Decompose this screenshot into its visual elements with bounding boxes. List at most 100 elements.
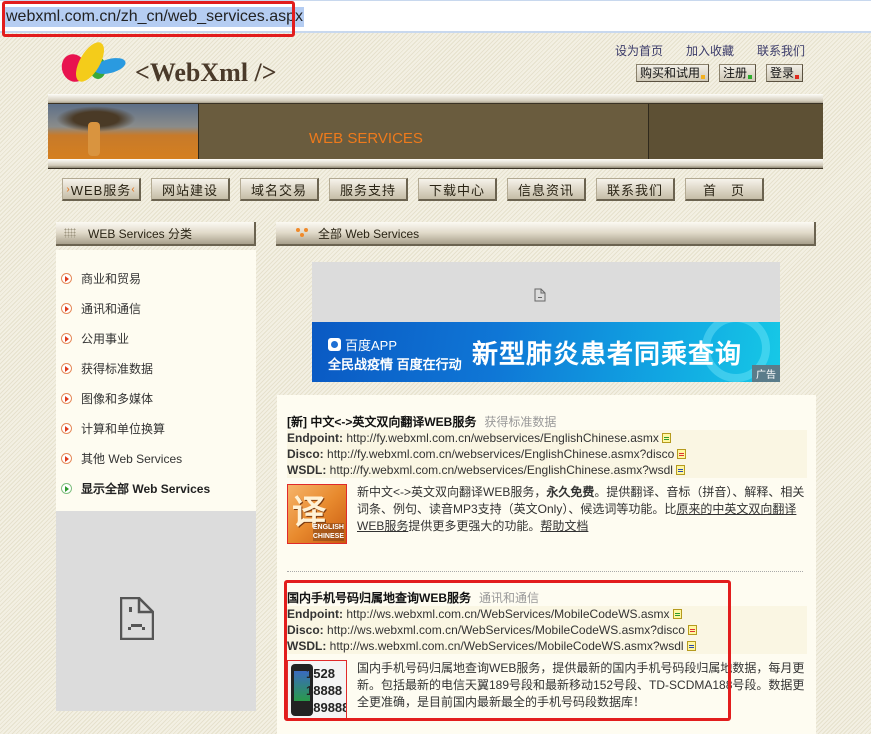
services-list: [新] 中文<->英文双向翻译WEB服务 获得标准数据 Endpoint: htt… xyxy=(277,395,816,734)
sidebar-item-multimedia[interactable]: 图像和多媒体 xyxy=(56,383,256,413)
service-title-link[interactable]: 国内手机号码归属地查询WEB服务 xyxy=(287,591,471,605)
disco-url[interactable]: http://ws.webxml.com.cn/WebServices/Mobi… xyxy=(327,623,685,637)
service-category[interactable]: 通讯和通信 xyxy=(479,591,539,605)
orange-dots-icon xyxy=(296,228,310,238)
service-description: 新中文<->英文双向翻译WEB服务，永久免费。提供翻译、音标（拼音）、解释、相关… xyxy=(357,484,805,544)
disco-row: Disco: http://fy.webxml.com.cn/webservic… xyxy=(287,446,807,462)
banner-bottom-bar xyxy=(48,159,823,169)
add-favorite-link[interactable]: 加入收藏 xyxy=(686,42,734,59)
caption-line-2: CHINESE xyxy=(312,533,344,540)
endpoint-url[interactable]: http://ws.webxml.com.cn/WebServices/Mobi… xyxy=(346,607,669,621)
copy-clipboard-icon[interactable] xyxy=(675,465,685,475)
register-button[interactable]: 注册 xyxy=(718,64,756,82)
mobile-phone-thumbnail[interactable]: 1528 18888 189888 xyxy=(287,660,347,720)
status-dot-icon xyxy=(700,75,705,79)
chevron-right-icon xyxy=(61,272,72,284)
copy-clipboard-icon[interactable] xyxy=(661,433,671,443)
service-body: 译 ENGLISH CHINESE 新中文<->英文双向翻译WEB服务，永久免费。… xyxy=(287,484,807,544)
thumbnail-numbers: 1528 18888 189888 xyxy=(306,665,347,716)
nav-web-services[interactable]: › WEB服务 ‹ xyxy=(62,178,141,201)
help-doc-link[interactable]: 帮助文档 xyxy=(540,519,588,533)
ad-app-name: 百度APP xyxy=(328,335,397,354)
nav-label: WEB服务 xyxy=(70,182,132,198)
service-title-link[interactable]: [新] 中文<->英文双向翻译WEB服务 xyxy=(287,415,476,429)
disco-url[interactable]: http://fy.webxml.com.cn/webservices/Engl… xyxy=(327,447,674,461)
sidebar-item-label[interactable]: 获得标准数据 xyxy=(81,360,153,377)
top-buttons: 购买和试用 注册 登录 xyxy=(635,64,803,82)
sidebar-item-label[interactable]: 通讯和通信 xyxy=(81,300,141,317)
buy-trial-button[interactable]: 购买和试用 xyxy=(635,64,709,82)
broken-image-icon xyxy=(534,288,546,302)
sidebar-item-communication[interactable]: 通讯和通信 xyxy=(56,293,256,323)
ad-placeholder-top[interactable] xyxy=(312,262,780,322)
site-logo-text[interactable]: <WebXml /> xyxy=(135,58,277,88)
nav-contact-us[interactable]: 联系我们 xyxy=(596,178,675,201)
desc-bold: 永久免费 xyxy=(546,485,595,499)
webxml-logo-icon[interactable] xyxy=(60,40,130,90)
sidebar-header-title: WEB Services 分类 xyxy=(88,226,193,241)
address-url[interactable]: webxml.com.cn/zh_cn/web_services.aspx xyxy=(5,7,305,27)
nav-news[interactable]: 信息资讯 xyxy=(507,178,586,201)
broken-image-icon xyxy=(120,597,154,640)
sidebar-item-show-all[interactable]: 显示全部 Web Services xyxy=(56,473,256,503)
disco-label: Disco: xyxy=(287,447,324,461)
thumb-number: 189888 xyxy=(306,700,347,715)
sidebar-item-label[interactable]: 计算和单位换算 xyxy=(81,420,165,437)
chevron-right-icon xyxy=(61,302,72,314)
banner-title: WEB SERVICES xyxy=(309,130,423,147)
sidebar-item-standard-data[interactable]: 获得标准数据 xyxy=(56,353,256,383)
ad-headline: 新型肺炎患者同乘查询 xyxy=(472,339,743,369)
translate-thumbnail[interactable]: 译 ENGLISH CHINESE xyxy=(287,484,347,544)
nav-download-center[interactable]: 下载中心 xyxy=(418,178,497,201)
wsdl-label: WSDL: xyxy=(287,463,327,477)
nav-website-building[interactable]: 网站建设 xyxy=(151,178,230,201)
sidebar-item-label[interactable]: 公用事业 xyxy=(81,330,129,347)
sidebar-item-label[interactable]: 其他 Web Services xyxy=(81,450,182,467)
banner-right-panel xyxy=(648,104,823,161)
thumb-number: 18888 xyxy=(306,683,343,698)
chevron-right-icon xyxy=(61,362,72,374)
sidebar-item-business[interactable]: 商业和贸易 xyxy=(56,263,256,293)
wsdl-row: WSDL: http://ws.webxml.com.cn/WebService… xyxy=(287,638,807,654)
nav-service-support[interactable]: 服务支持 xyxy=(329,178,408,201)
login-label: 登录 xyxy=(769,66,794,80)
wsdl-url[interactable]: http://fy.webxml.com.cn/webservices/Engl… xyxy=(330,463,673,477)
set-homepage-link[interactable]: 设为首页 xyxy=(615,42,663,59)
sidebar-item-other[interactable]: 其他 Web Services xyxy=(56,443,256,473)
baidu-paw-icon xyxy=(328,338,341,351)
ad-app-label: 百度APP xyxy=(345,338,398,353)
wsdl-row: WSDL: http://fy.webxml.com.cn/webservice… xyxy=(287,462,807,478)
thumb-number: 1528 xyxy=(306,666,335,681)
baidu-ad-banner[interactable]: 百度APP 全民战疫情 百度在行动 新型肺炎患者同乘查询 广告 xyxy=(312,322,780,382)
copy-clipboard-icon[interactable] xyxy=(672,609,682,619)
service-item: [新] 中文<->英文双向翻译WEB服务 获得标准数据 Endpoint: htt… xyxy=(287,414,807,544)
sidebar-item-calculation[interactable]: 计算和单位换算 xyxy=(56,413,256,443)
nav-domain-trading[interactable]: 域名交易 xyxy=(240,178,319,201)
endpoint-url[interactable]: http://fy.webxml.com.cn/webservices/Engl… xyxy=(346,431,659,445)
address-bar[interactable]: webxml.com.cn/zh_cn/web_services.aspx xyxy=(0,0,871,33)
endpoint-label: Endpoint: xyxy=(287,607,343,621)
ad-tag: 广告 xyxy=(752,365,780,382)
chevron-right-icon xyxy=(61,452,72,464)
service-category[interactable]: 获得标准数据 xyxy=(484,415,556,429)
main-nav: › WEB服务 ‹ 网站建设 域名交易 服务支持 下载中心 信息资讯 联系我们 首 … xyxy=(62,178,764,201)
sidebar-category-box: 商业和贸易 通讯和通信 公用事业 获得标准数据 图像和多媒体 计算和单位换算 其… xyxy=(56,250,256,512)
copy-clipboard-icon[interactable] xyxy=(686,641,696,651)
sidebar-item-utilities[interactable]: 公用事业 xyxy=(56,323,256,353)
contact-us-link[interactable]: 联系我们 xyxy=(757,42,805,59)
sidebar-item-label[interactable]: 图像和多媒体 xyxy=(81,390,153,407)
copy-clipboard-icon[interactable] xyxy=(677,449,687,459)
banner-middle-panel: WEB SERVICES xyxy=(198,104,648,161)
desc-text: 提供更多更强大的功能。 xyxy=(408,519,541,533)
copy-clipboard-icon[interactable] xyxy=(687,625,697,635)
sidebar-ad-placeholder[interactable] xyxy=(56,511,256,711)
service-title-row: 国内手机号码归属地查询WEB服务 通讯和通信 xyxy=(287,590,807,606)
login-button[interactable]: 登录 xyxy=(765,64,803,82)
category-list: 商业和贸易 通讯和通信 公用事业 获得标准数据 图像和多媒体 计算和单位换算 其… xyxy=(56,250,256,503)
sidebar-item-label[interactable]: 商业和贸易 xyxy=(81,270,141,287)
wsdl-url[interactable]: http://ws.webxml.com.cn/WebServices/Mobi… xyxy=(330,639,684,653)
nav-home[interactable]: 首 页 xyxy=(685,178,764,201)
sidebar-item-label[interactable]: 显示全部 Web Services xyxy=(81,480,210,497)
endpoint-label: Endpoint: xyxy=(287,431,343,445)
header-banner: WEB SERVICES xyxy=(48,103,823,161)
